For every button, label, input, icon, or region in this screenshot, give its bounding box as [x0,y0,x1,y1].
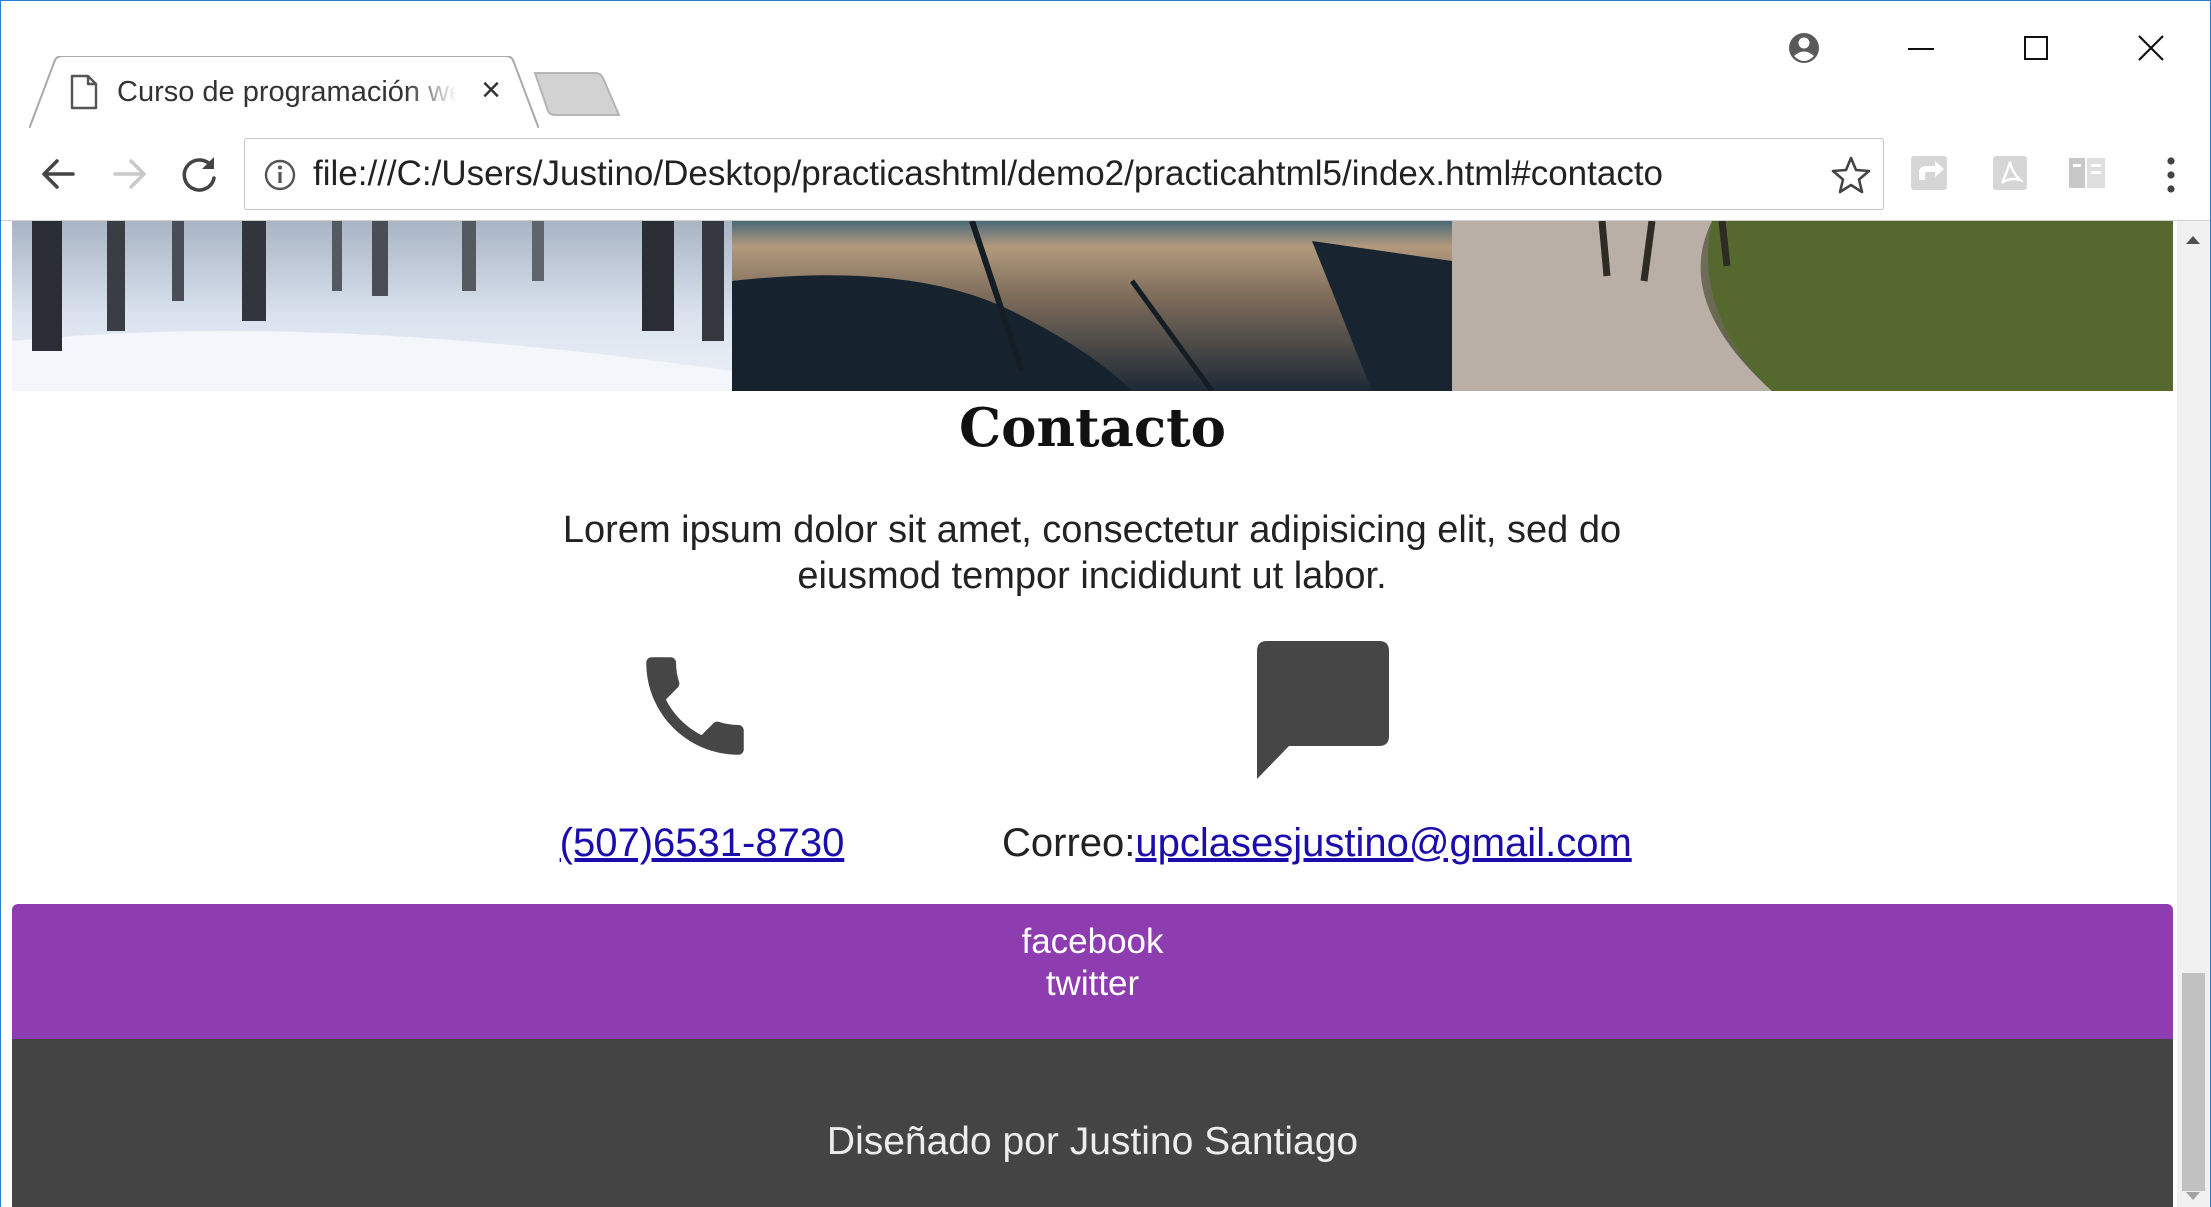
email-link[interactable]: upclasesjustino@gmail.com [1135,821,1631,865]
more-vert-icon[interactable] [2151,150,2191,200]
email-label: Correo: [1002,821,1136,865]
snowy-forest-image [12,221,732,391]
pdf-extension-icon[interactable] [1987,150,2033,196]
chat-bubble-icon [1257,641,1389,779]
close-icon[interactable] [2116,23,2186,73]
beach-at-dusk-image [732,221,1452,391]
scroll-thumb[interactable] [2182,973,2205,1191]
email-line: Correo:upclasesjustino@gmail.com [1002,818,1662,868]
browser-tab-active[interactable]: Curso de programación web × [29,56,539,129]
tab-close-icon[interactable]: × [471,70,511,110]
twitter-link[interactable]: twitter [12,963,2173,1005]
browser-toolbar: file:///C:/Users/Justino/Desktop/practic… [1,128,2210,221]
facebook-link[interactable]: facebook [12,921,2173,963]
account-circle-icon[interactable] [1769,23,1839,73]
back-arrow-icon[interactable] [33,148,85,200]
forward-arrow-icon[interactable] [103,148,155,200]
scroll-up-arrow-icon[interactable] [2183,233,2203,247]
minimize-icon[interactable] [1886,23,1956,73]
footer-credit: Diseñado por Justino Santiago [826,1120,1359,1163]
vertical-scrollbar[interactable] [2177,221,2210,1207]
social-list: facebook twitter [12,904,2173,1005]
tab-title: Curso de programación web [117,76,457,108]
contact-title: Contacto [959,397,1226,459]
share-extension-icon[interactable] [1907,150,1953,196]
new-tab-button[interactable] [533,71,623,117]
info-icon[interactable] [263,158,297,192]
document-icon [70,74,98,110]
url-text[interactable]: file:///C:/Users/Justino/Desktop/practic… [313,139,1663,209]
banner-gallery [12,221,2173,391]
address-bar[interactable]: file:///C:/Users/Justino/Desktop/practic… [244,138,1884,210]
title-bar: Curso de programación web × [1,1,2210,129]
phone-link[interactable]: (507)6531-8730 [552,818,852,868]
page-footer: Diseñado por Justino Santiago [12,1039,2173,1207]
reload-icon[interactable] [173,148,225,200]
phone-icon [646,657,744,755]
star-icon[interactable] [1830,154,1872,196]
browser-window: Curso de programación web × file:///C:/U… [0,0,2211,1207]
social-links-bar: facebook twitter [12,904,2173,1039]
flooded-trail-image [1452,221,2173,391]
reader-extension-icon[interactable] [2065,150,2111,196]
scroll-down-arrow-icon[interactable] [2183,1189,2203,1203]
maximize-icon[interactable] [2001,23,2071,73]
contact-description: Lorem ipsum dolor sit amet, consectetur … [562,509,1622,597]
page-viewport[interactable]: Contacto Lorem ipsum dolor sit amet, con… [12,221,2173,1207]
